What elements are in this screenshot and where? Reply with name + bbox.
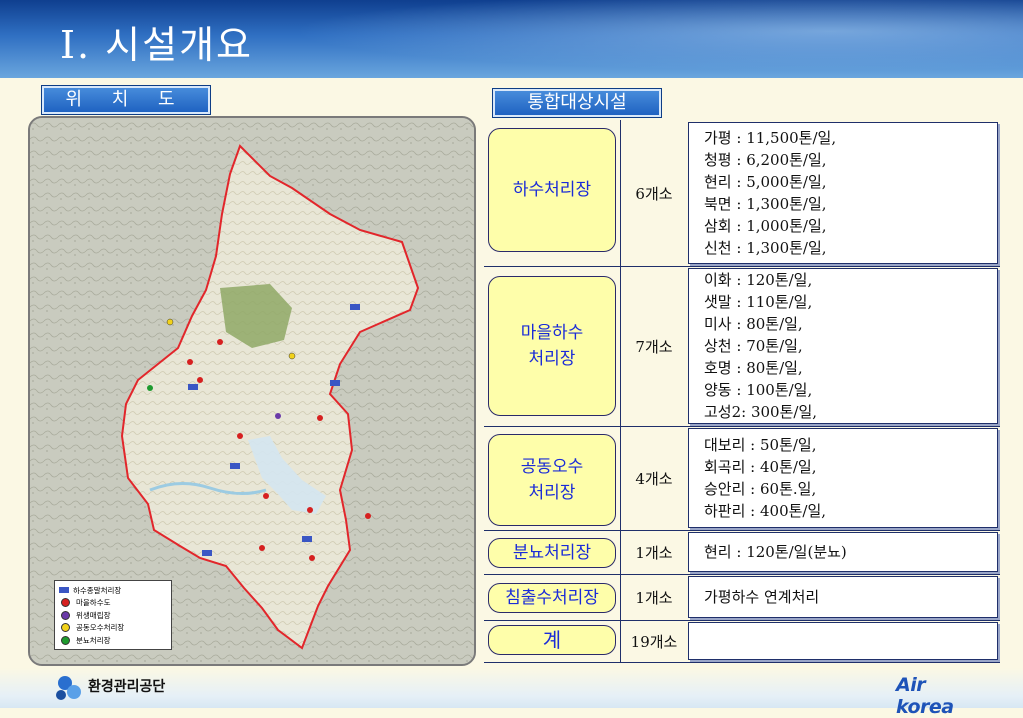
- facility-count: 1개소: [635, 589, 673, 607]
- facility-detail-line: 이화 : 120톤/일,: [704, 271, 813, 289]
- facility-detail-line: 회곡리 : 40톤/일,: [704, 458, 817, 476]
- facility-detail-line: 청평 : 6,200톤/일,: [704, 151, 827, 169]
- facility-count: 7개소: [635, 338, 673, 356]
- facility-detail-line: 현리 : 120톤/일(분뇨): [704, 543, 847, 561]
- facility-details: 현리 : 120톤/일(분뇨): [704, 541, 847, 563]
- facility-row: 분뇨처리장 1개소 현리 : 120톤/일(분뇨): [484, 530, 1000, 575]
- facility-detail-line: 호명 : 80톤/일,: [704, 359, 803, 377]
- facility-count: 4개소: [635, 470, 673, 488]
- org-name: 환경관리공단: [88, 679, 166, 695]
- facility-details: 대보리 : 50톤/일, 회곡리 : 40톤/일, 승안리 : 60톤.일, 하판리 …: [704, 434, 826, 522]
- facility-detail-line: 현리 : 5,000톤/일,: [704, 173, 827, 191]
- flag-icon: [59, 587, 69, 594]
- facility-category: 분뇨처리장: [488, 538, 616, 568]
- dot-icon: [61, 623, 70, 633]
- location-map: 하수종말처리장 마을하수도 위생매립장 공동오수처리장 분뇨처리장: [28, 116, 476, 666]
- facility-category: 계: [488, 625, 616, 655]
- facility-detail-line: 하판리 : 400톤/일,: [704, 502, 827, 520]
- facility-category: 공동오수 처리장: [488, 434, 616, 526]
- facility-detail-line: 신천 : 1,300톤/일,: [704, 239, 827, 257]
- facility-details: 가평 : 11,500톤/일, 청평 : 6,200톤/일, 현리 : 5,000톤…: [704, 127, 836, 259]
- facility-detail-line: 미사 : 80톤/일,: [704, 315, 803, 333]
- dot-icon: [61, 635, 70, 645]
- facility-detail-line: 고성2: 300톤/일,: [704, 403, 818, 421]
- facility-detail-line: 대보리 : 50톤/일,: [704, 436, 817, 454]
- legend-item: 마을하수도: [59, 597, 167, 610]
- facility-detail-line: 승안리 : 60톤.일,: [704, 480, 817, 498]
- facility-count: 6개소: [635, 185, 673, 203]
- facility-detail-box: [688, 622, 998, 660]
- facility-details: 이화 : 120톤/일, 샛말 : 110톤/일, 미사 : 80톤/일, 상천 : …: [704, 269, 817, 423]
- facility-row: 하수처리장 6개소 가평 : 11,500톤/일, 청평 : 6,200톤/일, 현리 …: [484, 120, 1000, 267]
- legend-item: 하수종말처리장: [59, 584, 167, 597]
- map-legend: 하수종말처리장 마을하수도 위생매립장 공동오수처리장 분뇨처리장: [54, 580, 172, 650]
- facility-detail-line: 상천 : 70톤/일,: [704, 337, 803, 355]
- facilities-table: 하수처리장 6개소 가평 : 11,500톤/일, 청평 : 6,200톤/일, 현리 …: [484, 120, 1000, 663]
- airkorea-logo: Air korea: [896, 674, 954, 718]
- facility-detail-line: 가평 : 11,500톤/일,: [704, 129, 837, 147]
- facility-category: 하수처리장: [488, 128, 616, 252]
- dot-icon: [61, 610, 70, 620]
- facility-category: 마을하수 처리장: [488, 276, 616, 416]
- facility-row: 침출수처리장 1개소 가평하수 연계처리: [484, 574, 1000, 621]
- facility-detail-line: 북면 : 1,300톤/일,: [704, 195, 827, 213]
- facility-count: 19개소: [630, 633, 678, 651]
- legend-item: 위생매립장: [59, 609, 167, 622]
- facility-row: 마을하수 처리장 7개소 이화 : 120톤/일, 샛말 : 110톤/일, 미사 : …: [484, 266, 1000, 427]
- legend-item: 분뇨처리장: [59, 634, 167, 647]
- legend-item: 공동오수처리장: [59, 622, 167, 635]
- facility-detail-line: 가평하수 연계처리: [704, 588, 820, 606]
- location-map-label: 위 치 도: [41, 85, 211, 115]
- facility-count: 1개소: [635, 544, 673, 562]
- facilities-label: 통합대상시설: [492, 88, 662, 118]
- facility-row: 공동오수 처리장 4개소 대보리 : 50톤/일, 회곡리 : 40톤/일, 승안리 :…: [484, 426, 1000, 531]
- facility-row: 계 19개소: [484, 620, 1000, 663]
- dot-icon: [61, 598, 70, 608]
- facility-category: 침출수처리장: [488, 583, 616, 613]
- facility-detail-line: 샛말 : 110톤/일,: [704, 293, 813, 311]
- facility-detail-line: 양동 : 100톤/일,: [704, 381, 813, 399]
- footer: 환경관리공단 Air korea: [0, 668, 1023, 718]
- page-title: Ⅰ. 시설개요: [60, 23, 254, 67]
- facility-details: 가평하수 연계처리: [704, 586, 819, 608]
- header-banner: Ⅰ. 시설개요: [0, 0, 1023, 78]
- org-logo-icon: [56, 676, 81, 700]
- facility-detail-line: 삼회 : 1,000톤/일,: [704, 217, 827, 235]
